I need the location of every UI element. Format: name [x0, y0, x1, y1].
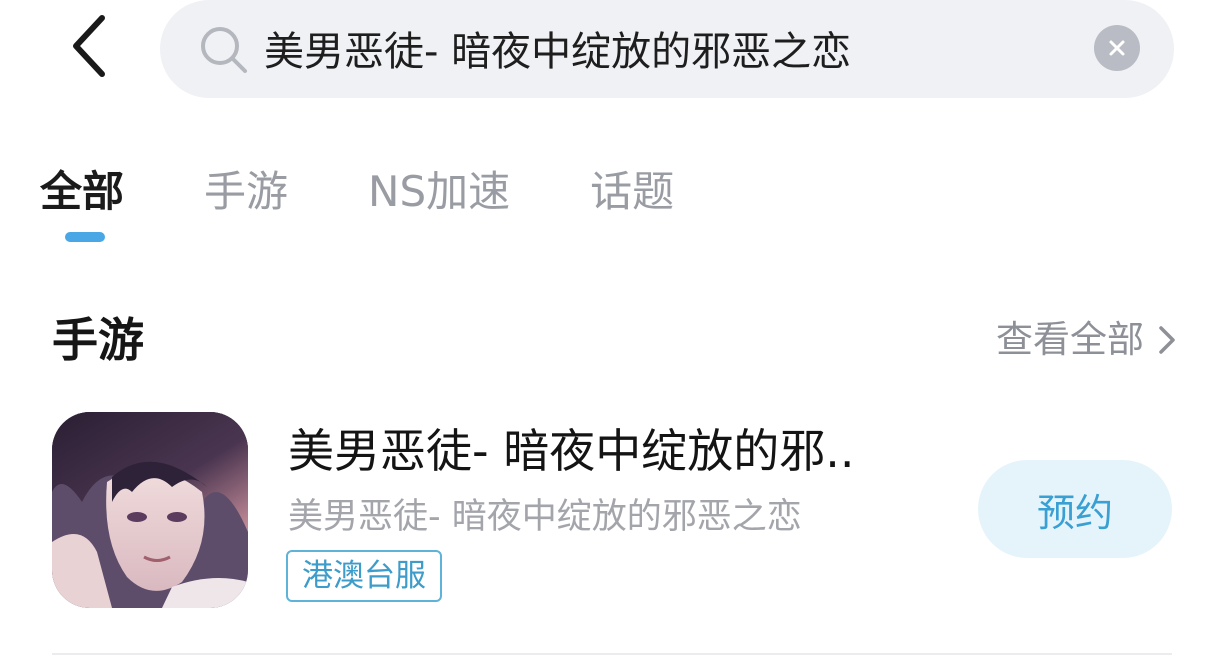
tab-label: 全部 [40, 167, 125, 216]
reserve-button[interactable]: 预约 [978, 460, 1172, 558]
chevron-left-icon [73, 15, 105, 77]
tab-bar: 全部 手游 NS加速 话题 [40, 162, 754, 252]
search-input[interactable] [264, 16, 1084, 80]
game-icon-image[interactable] [52, 412, 248, 608]
clear-icon [1109, 40, 1125, 56]
game-artwork [52, 412, 248, 608]
search-bar[interactable] [160, 0, 1174, 98]
chevron-right-icon [1159, 326, 1175, 354]
active-tab-indicator [65, 232, 105, 242]
divider [52, 653, 1172, 655]
tab-all[interactable]: 全部 [40, 162, 124, 252]
back-button[interactable] [60, 10, 120, 82]
game-list-item[interactable]: 美男恶徒- 暗夜中绽放的邪.. 美男恶徒- 暗夜中绽放的邪恶之恋 港澳台服 预约 [52, 412, 1172, 612]
search-icon [201, 27, 247, 73]
tab-mobile-games[interactable]: 手游 [204, 162, 288, 252]
region-badge: 港澳台服 [286, 550, 442, 602]
section-title: 手游 [52, 313, 144, 367]
tab-ns-accelerate[interactable]: NS加速 [368, 162, 510, 252]
game-title: 美男恶徒- 暗夜中绽放的邪.. [288, 424, 855, 478]
tab-topics[interactable]: 话题 [590, 162, 674, 252]
clear-search-button[interactable] [1094, 25, 1140, 71]
tab-label: 手游 [204, 167, 289, 216]
view-all-link[interactable]: 查看全部 [996, 314, 1178, 366]
game-subtitle: 美男恶徒- 暗夜中绽放的邪恶之恋 [288, 497, 802, 537]
tab-label: NS加速 [368, 167, 511, 216]
view-all-label: 查看全部 [996, 318, 1144, 361]
tab-label: 话题 [590, 167, 675, 216]
